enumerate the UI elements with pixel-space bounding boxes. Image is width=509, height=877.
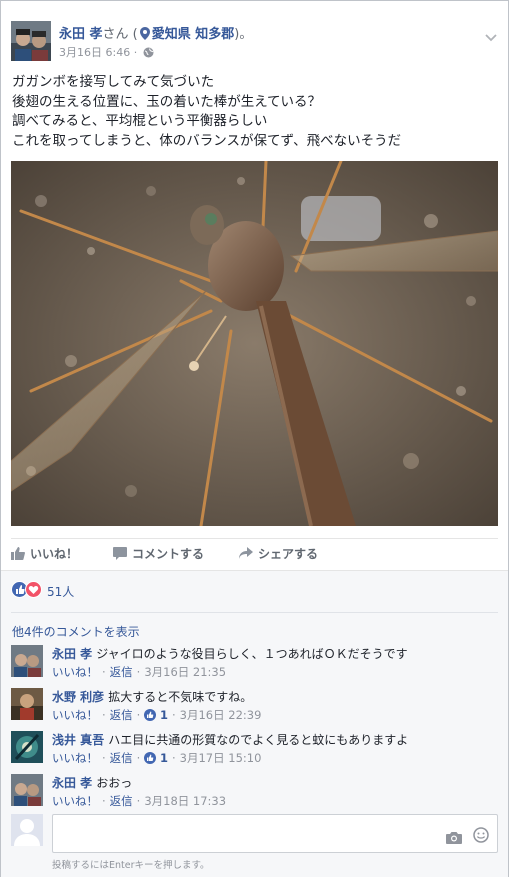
share-arrow-icon [239, 547, 253, 559]
chevron-down-icon[interactable] [485, 27, 497, 46]
comments-section: 51人 他4件のコメントを表示 永田 孝ジャイロのような役目らしく、１つあればＯ… [1, 570, 508, 877]
commenter-name[interactable]: 水野 利彦 [52, 690, 104, 704]
comment-button[interactable]: コメントする [113, 545, 204, 562]
comment-text: ハエ目に共通の形質なのでよく見ると蚊にもありますよ [108, 733, 409, 747]
commenter-name[interactable]: 永田 孝 [52, 776, 92, 790]
comment-like-count[interactable]: 1 [160, 751, 168, 765]
comment-dot: · [171, 708, 176, 722]
comment-dot: · [171, 751, 176, 765]
comment-text: 拡大すると不気味ですね。 [108, 690, 253, 704]
post-card: 永田 孝さん (愛知県 知多郡)。 3月16日 6:46 · ガガンボを接写して… [0, 0, 509, 877]
comment-dot: · [136, 751, 141, 765]
post-actions: いいね！ コメントする シェアする [11, 540, 498, 568]
post-text-line: これを取ってしまうと、体のバランスが保てず、飛べないそうだ [12, 132, 402, 149]
location-suffix: )。 [234, 27, 253, 42]
share-button[interactable]: シェアする [239, 545, 318, 562]
reactions-divider [11, 612, 498, 613]
comment-reply-link[interactable]: 返信 [110, 751, 133, 765]
comment-body: 永田 孝ジャイロのような役目らしく、１つあればＯＫだそうです [52, 645, 408, 662]
reply-hint: 投稿するにはEnterキーを押します。 [52, 860, 210, 871]
comment-time[interactable]: 3月18日 17:33 [144, 794, 226, 808]
post-meta: 3月16日 6:46 · [59, 44, 154, 61]
commenter-avatar[interactable] [11, 645, 43, 677]
comment-like-link[interactable]: いいね！ [52, 794, 98, 808]
commenter-name[interactable]: 永田 孝 [52, 647, 92, 661]
like-button[interactable]: いいね！ [11, 545, 78, 562]
post-photo[interactable] [11, 161, 498, 526]
current-user-avatar [11, 814, 43, 846]
author-avatar[interactable] [11, 21, 51, 61]
comment-body: 水野 利彦 拡大すると不気味ですね。 [52, 688, 252, 705]
comment-dot: · [102, 665, 106, 679]
comment-body: 永田 孝おおっ [52, 774, 132, 791]
comment-like-link[interactable]: いいね！ [52, 665, 98, 679]
author-line: 永田 孝さん ( 愛知県 知多郡)。 [59, 23, 252, 44]
map-pin-icon [139, 27, 150, 44]
reply-box [11, 814, 498, 854]
author-suffix: さん ( [102, 27, 138, 42]
comment-actions: いいね！ · 返信 · 1 · 3月16日 22:39 [52, 707, 261, 724]
comment-dot: · [102, 751, 106, 765]
comment-item: 永田 孝ジャイロのような役目らしく、１つあればＯＫだそうです いいね！ · 返信 · 3… [11, 644, 498, 682]
thumbs-up-icon [144, 709, 157, 724]
reaction-count: 51人 [47, 585, 75, 599]
comment-input[interactable] [52, 814, 498, 853]
love-reaction-icon [25, 581, 42, 598]
commenter-avatar[interactable] [11, 774, 43, 806]
commenter-avatar[interactable] [11, 731, 43, 763]
comment-item: 永田 孝おおっ いいね！ · 返信 · 3月18日 17:33 [11, 773, 498, 811]
comment-actions: いいね！ · 返信 · 3月18日 17:33 [52, 793, 226, 809]
meta-separator: · [133, 46, 138, 59]
comment-text: おおっ [96, 776, 133, 790]
comment-dot: · [136, 794, 141, 808]
commenter-name[interactable]: 浅井 真吾 [52, 733, 104, 747]
comment-actions: いいね！ · 返信 · 3月16日 21:35 [52, 664, 226, 680]
comment-like-link[interactable]: いいね！ [52, 708, 98, 722]
globe-icon[interactable] [143, 47, 154, 61]
view-more-comments-link[interactable]: 他4件のコメントを表示 [12, 623, 140, 640]
comment-like-link[interactable]: いいね！ [52, 751, 98, 765]
speech-bubble-icon [113, 547, 127, 560]
comment-item: 水野 利彦 拡大すると不気味ですね。 いいね！ · 返信 · 1 · 3月16日 22:39 [11, 687, 498, 725]
comment-text: ジャイロのような役目らしく、１つあればＯＫだそうです [96, 647, 408, 661]
comment-time[interactable]: 3月16日 21:35 [144, 665, 226, 679]
post-text-line: ガガンボを接写してみて気づいた [12, 74, 215, 90]
comment-reply-link[interactable]: 返信 [110, 708, 133, 722]
comment-dot: · [136, 708, 141, 722]
post-header: 永田 孝さん ( 愛知県 知多郡)。 3月16日 6:46 · [11, 21, 501, 65]
comment-actions: いいね！ · 返信 · 1 · 3月17日 15:10 [52, 750, 261, 767]
comment-dot: · [136, 665, 141, 679]
comment-time[interactable]: 3月16日 22:39 [180, 708, 262, 722]
comment-reply-link[interactable]: 返信 [110, 794, 133, 808]
post-text-line: 後翅の生える位置に、玉の着いた棒が生えている？ [12, 93, 322, 110]
comment-body: 浅井 真吾 ハエ目に共通の形質なのでよく見ると蚊にもありますよ [52, 731, 408, 748]
camera-icon[interactable] [446, 829, 462, 848]
comment-like-count[interactable]: 1 [160, 708, 168, 722]
emoji-icon[interactable] [473, 827, 489, 847]
comment-reply-link[interactable]: 返信 [110, 665, 133, 679]
comment-label: コメントする [132, 547, 205, 561]
thumbs-up-icon [11, 547, 25, 560]
commenter-avatar[interactable] [11, 688, 43, 720]
share-label: シェアする [258, 547, 319, 561]
thumbs-up-icon [144, 752, 157, 767]
post-text: ガガンボを接写してみて気づいた 後翅の生える位置に、玉の着いた棒が生えている？ … [12, 73, 500, 151]
post-timestamp[interactable]: 3月16日 6:46 [59, 46, 130, 59]
comment-dot: · [102, 708, 106, 722]
comment-time[interactable]: 3月17日 15:10 [180, 751, 262, 765]
actions-divider [11, 538, 498, 539]
comment-item: 浅井 真吾 ハエ目に共通の形質なのでよく見ると蚊にもありますよ いいね！ · 返信 · … [11, 730, 498, 768]
post-text-line: 調べてみると、平均棍という平衡器らしい [12, 113, 268, 129]
location-link[interactable]: 愛知県 知多郡 [152, 27, 235, 42]
comment-dot: · [102, 794, 106, 808]
author-name[interactable]: 永田 孝 [59, 27, 103, 42]
like-label: いいね！ [30, 547, 79, 561]
